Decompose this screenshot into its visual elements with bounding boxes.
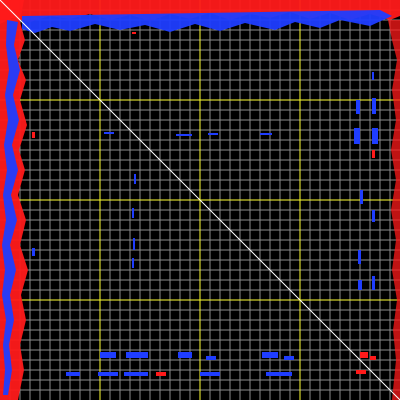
- cluster-blue: [176, 134, 192, 136]
- cluster-blue: [132, 208, 134, 218]
- cluster-red: [372, 150, 375, 158]
- cluster-blue: [260, 133, 272, 135]
- cluster-red: [356, 370, 366, 374]
- cluster-blue: [372, 72, 374, 80]
- cluster-blue: [98, 372, 118, 376]
- cluster-blue: [266, 372, 292, 376]
- cluster-red: [32, 132, 35, 138]
- cluster-blue: [372, 276, 375, 290]
- cluster-blue: [124, 372, 148, 376]
- cluster-red: [132, 32, 136, 34]
- cluster-blue: [358, 250, 361, 264]
- cluster-red: [370, 356, 376, 360]
- cluster-blue: [372, 128, 378, 144]
- cluster-blue: [354, 128, 360, 144]
- cluster-blue: [104, 132, 114, 134]
- cluster-blue: [178, 352, 192, 358]
- cluster-blue: [356, 100, 360, 114]
- cluster-blue: [134, 174, 136, 184]
- cluster-blue: [200, 372, 220, 376]
- cluster-blue: [262, 352, 278, 358]
- cluster-blue: [66, 372, 80, 376]
- cluster-blue: [126, 352, 148, 358]
- cluster-blue: [32, 248, 35, 256]
- cluster-blue: [372, 98, 376, 114]
- cluster-red: [156, 372, 166, 376]
- cluster-blue: [208, 133, 218, 135]
- cluster-blue: [133, 238, 135, 250]
- plot-canvas: [0, 0, 400, 400]
- cluster-blue: [372, 210, 375, 222]
- cluster-red: [360, 352, 368, 358]
- cluster-blue: [358, 280, 362, 290]
- cluster-blue: [206, 356, 216, 360]
- cluster-blue: [284, 356, 294, 360]
- cluster-blue: [100, 352, 116, 358]
- dot-matrix-plot: [0, 0, 400, 400]
- cluster-blue: [132, 258, 134, 268]
- cluster-blue: [360, 190, 363, 204]
